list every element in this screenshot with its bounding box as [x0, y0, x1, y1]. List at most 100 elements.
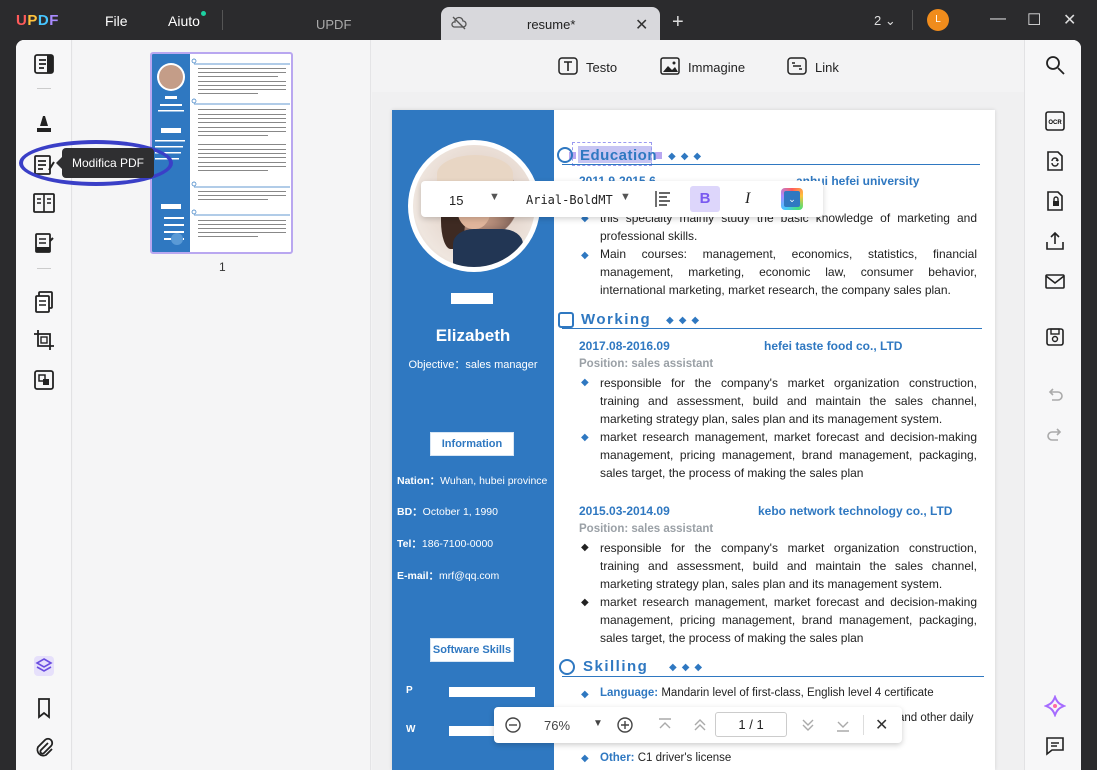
reader-icon[interactable] [32, 52, 56, 76]
share-icon[interactable] [1044, 230, 1066, 252]
close-window-icon[interactable]: ✕ [1063, 10, 1076, 30]
window-count[interactable]: 2 ⌄ [874, 13, 896, 29]
name-placeholder-bar [451, 293, 493, 304]
layers-icon[interactable] [32, 654, 56, 678]
previous-page-icon[interactable] [692, 717, 708, 736]
title-bar: UPDF File Aiuto UPDF resume* ✕ + 2 ⌄ L —… [0, 0, 1097, 40]
cloud-off-icon [451, 16, 467, 35]
information-label: Information [430, 432, 514, 456]
job-position[interactable]: Position: sales assistant [579, 523, 713, 535]
skill-other[interactable]: Other: C1 driver's license [600, 749, 731, 767]
job-bullet[interactable]: market research management, market forec… [600, 593, 977, 648]
info-birthdate[interactable]: BD：October 1, 1990 [397, 504, 498, 519]
zoom-in-icon[interactable] [616, 716, 634, 737]
menu-help[interactable]: Aiuto [168, 13, 200, 29]
save-icon[interactable] [1044, 326, 1066, 348]
comment-icon[interactable] [1044, 735, 1066, 757]
avatar[interactable]: L [927, 9, 949, 31]
minimize-icon[interactable]: — [990, 10, 1006, 28]
education-bullet[interactable]: Main courses: management, economics, sta… [600, 245, 977, 300]
redo-icon[interactable] [1044, 424, 1066, 446]
job-bullet[interactable]: responsible for the company's market org… [600, 374, 977, 429]
chevron-down-icon: ⌄ [784, 191, 800, 207]
convert-pdf-icon[interactable] [1044, 150, 1066, 172]
organize-pages-icon[interactable] [32, 191, 56, 215]
job-bullet[interactable]: responsible for the company's market org… [600, 539, 977, 594]
right-toolbar: OCR [1024, 40, 1081, 770]
close-tab-icon[interactable]: ✕ [635, 15, 648, 35]
align-icon[interactable] [654, 190, 672, 211]
info-nation[interactable]: Nation：Wuhan, hubei province [397, 473, 547, 488]
close-icon[interactable]: ✕ [875, 715, 888, 735]
notification-dot [201, 11, 206, 16]
protect-icon[interactable] [1044, 190, 1066, 212]
skilling-title[interactable]: Skilling [583, 658, 648, 675]
zoom-level[interactable]: 76% [544, 718, 570, 733]
job-date[interactable]: 2015.03-2014.09 [579, 504, 670, 518]
crop-icon[interactable] [32, 328, 56, 352]
mail-icon[interactable] [1044, 270, 1066, 292]
page-thumbnail[interactable] [150, 52, 293, 254]
convert-icon[interactable] [32, 368, 56, 392]
undo-icon[interactable] [1044, 384, 1066, 406]
search-icon[interactable] [1044, 54, 1066, 76]
last-page-icon[interactable] [835, 717, 851, 736]
job-bullet[interactable]: market research management, market forec… [600, 428, 977, 483]
resume-name[interactable]: Elizabeth [392, 326, 554, 346]
tab-updf[interactable]: UPDF [316, 17, 351, 32]
bullet-icon: ◆ [581, 753, 589, 764]
job-date[interactable]: 2017.08-2016.09 [579, 339, 670, 353]
edit-toolbar: Testo Immagine Link [372, 40, 1024, 92]
software-skills-label: Software Skills [430, 638, 514, 662]
next-page-icon[interactable] [800, 717, 816, 736]
zoom-out-icon[interactable] [504, 716, 522, 737]
maximize-icon[interactable]: ☐ [1027, 10, 1041, 30]
form-icon[interactable] [32, 231, 56, 255]
chevron-down-icon[interactable]: ▼ [620, 191, 631, 203]
divider [37, 88, 51, 89]
add-text-button[interactable]: Testo [558, 57, 617, 78]
pages-icon[interactable] [32, 290, 56, 314]
add-link-label: Link [815, 60, 839, 75]
font-name-select[interactable]: Arial-BoldMT [526, 193, 613, 207]
highlighter-icon[interactable] [32, 111, 56, 135]
skill-language[interactable]: Language: Mandarin level of first-class,… [600, 684, 980, 702]
job-position[interactable]: Position: sales assistant [579, 358, 713, 370]
job-company[interactable]: hefei taste food co., LTD [764, 339, 902, 353]
text-icon [558, 57, 578, 78]
add-link-button[interactable]: Link [787, 57, 839, 78]
color-picker-button[interactable]: ⌄ [781, 188, 803, 210]
working-title[interactable]: Working [581, 311, 651, 328]
info-phone[interactable]: Tel：186-7100-0000 [397, 536, 493, 551]
italic-button[interactable]: I [745, 190, 750, 208]
bookmark-icon[interactable] [32, 696, 56, 720]
new-tab-icon[interactable]: + [672, 11, 684, 34]
skill-letter-p: P [406, 685, 413, 696]
add-image-button[interactable]: Immagine [660, 57, 745, 78]
chevron-down-icon[interactable]: ▼ [489, 191, 500, 203]
ai-assistant-icon[interactable] [1043, 694, 1067, 718]
chevron-down-icon: ⌄ [884, 13, 896, 28]
job-company[interactable]: kebo network technology co., LTD [758, 504, 952, 518]
skilling-icon [559, 659, 575, 675]
first-page-icon[interactable] [657, 717, 673, 736]
font-size-select[interactable]: 15 [449, 193, 463, 208]
add-image-label: Immagine [688, 60, 746, 75]
bold-button[interactable]: B [690, 186, 720, 212]
page-input[interactable]: 1 / 1 [715, 712, 787, 737]
tab-resume[interactable]: resume* ✕ [441, 7, 660, 40]
resume-objective[interactable]: Objective：sales manager [392, 356, 554, 372]
tab-resume-label: resume* [527, 17, 576, 32]
info-email[interactable]: E-mail：mrf@qq.com [397, 568, 499, 583]
skill-partial-line[interactable]: and other daily [898, 709, 973, 727]
image-icon [660, 57, 680, 78]
chevron-down-icon[interactable]: ▼ [593, 718, 603, 729]
decorative-dots: ◆◆◆ [666, 315, 705, 326]
bullet-icon: ◆ [581, 597, 589, 608]
ocr-icon[interactable]: OCR [1044, 110, 1066, 132]
bullet-icon: ◆ [581, 689, 589, 700]
attachment-icon[interactable] [32, 736, 56, 760]
page-number-label: 1 [219, 260, 226, 274]
education-title[interactable]: Education [580, 147, 657, 164]
menu-file[interactable]: File [105, 13, 128, 29]
